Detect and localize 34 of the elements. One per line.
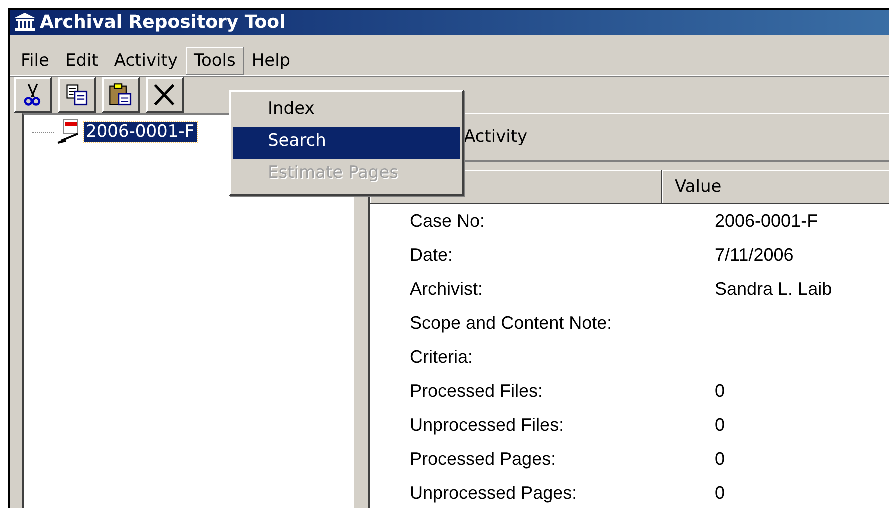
menu-item[interactable]: File: [13, 46, 58, 75]
field-label: Unprocessed Files:: [409, 414, 566, 436]
panel-title: Activity: [464, 127, 528, 147]
menu-item[interactable]: Activity: [106, 46, 186, 75]
field-label: Date:: [409, 244, 454, 266]
menu-item[interactable]: Search: [233, 127, 460, 159]
toolbar-button[interactable]: [102, 76, 140, 113]
field-label: Archivist:: [409, 278, 484, 300]
menu-item[interactable]: Edit: [57, 46, 106, 75]
field-label: Criteria:: [409, 346, 474, 368]
menu-item[interactable]: Tools: [186, 46, 244, 75]
field-label: Unprocessed Pages:: [409, 482, 578, 504]
field-value: 0: [714, 414, 726, 436]
field-value: Sandra L. Laib: [714, 278, 834, 300]
field-value: 2006-0001-F: [714, 210, 820, 232]
menu-item[interactable]: Index: [233, 95, 460, 127]
field-value: 0: [714, 482, 726, 504]
toolbar-button[interactable]: [58, 76, 96, 113]
field-value: 0: [714, 380, 726, 402]
tree-item[interactable]: 2006-0001-F: [84, 122, 197, 142]
toolbar-button[interactable]: [14, 76, 52, 113]
field-value: 7/11/2006: [714, 244, 795, 266]
clipboard-icon: [108, 82, 134, 108]
field-label: Scope and Content Note:: [409, 312, 614, 334]
field-label: Processed Pages:: [409, 448, 558, 470]
window-title: Archival Repository Tool: [40, 12, 286, 33]
menu-item[interactable]: Help: [244, 46, 299, 75]
toolbar-button[interactable]: [146, 76, 184, 113]
field-value: 0: [714, 448, 726, 470]
field-label: Processed Files:: [409, 380, 544, 402]
copy-icon: [64, 82, 90, 108]
building-icon: [14, 12, 36, 32]
column-header[interactable]: Value: [662, 170, 889, 204]
field-label: Case No:: [409, 210, 486, 232]
